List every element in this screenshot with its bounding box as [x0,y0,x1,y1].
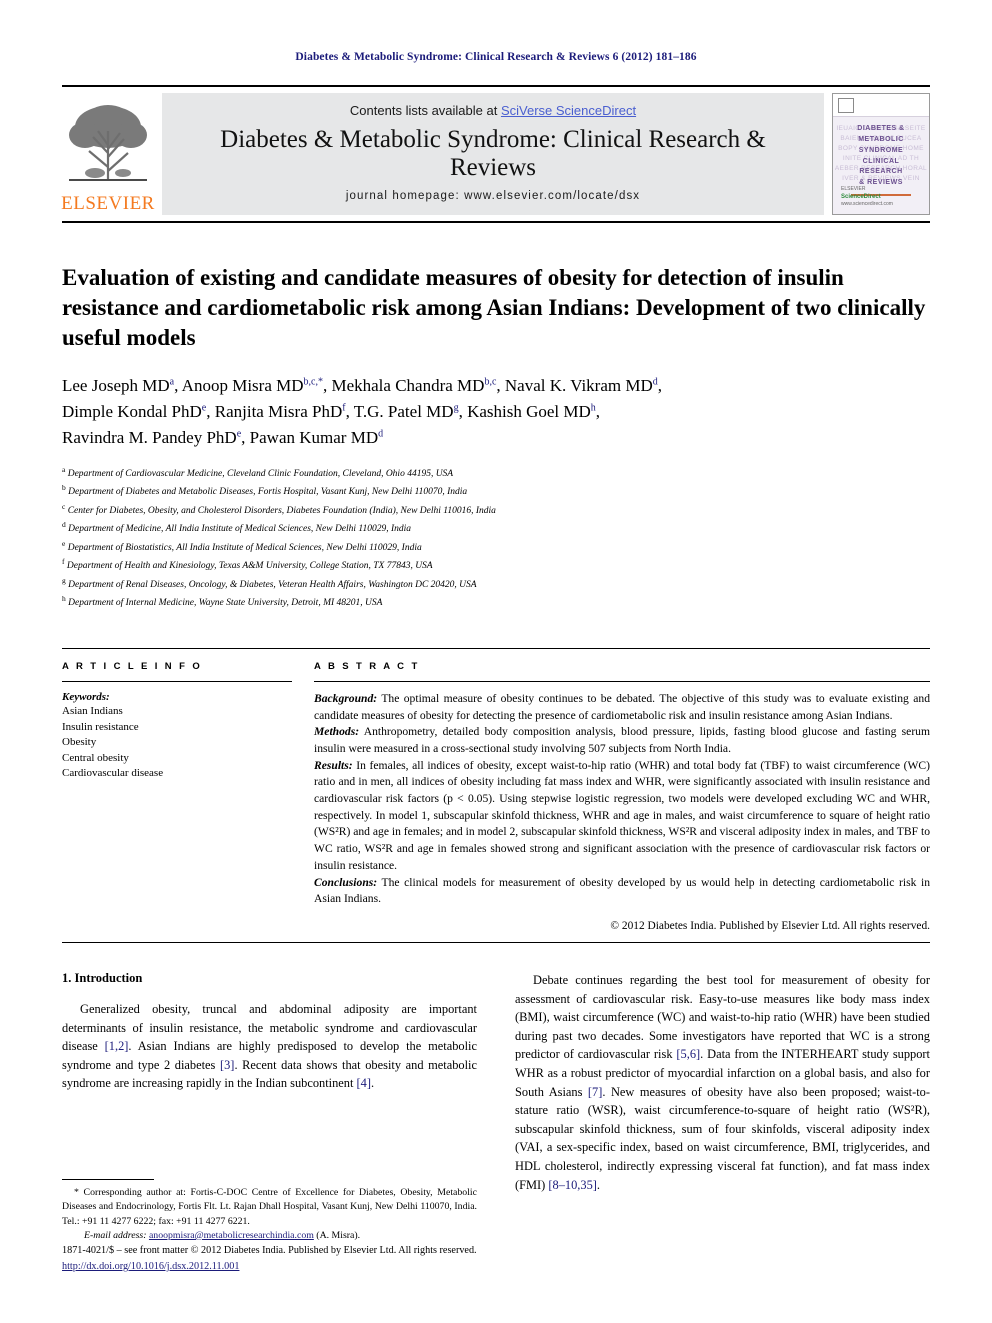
info-abstract-block: A R T I C L E I N F O Keywords: Asian In… [62,647,930,932]
author-line: Ravindra M. Pandey PhDe, Pawan Kumar MDd [62,428,384,448]
author-name: Naval K. Vikram MD [504,375,653,395]
abstract-section: Conclusions: The clinical models for mea… [314,875,930,908]
affiliation-item: c Center for Diabetes, Obesity, and Chol… [62,501,496,516]
abstract-section-label: Conclusions: [314,875,378,889]
masthead-center: Contents lists available at SciVerse Sci… [162,93,824,215]
cover-topbar [833,94,929,117]
author-line: Lee Joseph MDa, Anoop Misra MDb,c,*, Mek… [62,375,663,395]
abstract-section: Results: In females, all indices of obes… [314,758,930,875]
author-name: Kashish Goel MD [467,402,591,422]
keyword-item: Cardiovascular disease [62,767,164,780]
page-title: Evaluation of existing and candidate mea… [62,265,926,350]
affiliation-item: h Department of Internal Medicine, Wayne… [62,594,383,609]
abstract-column: A B S T R A C T Background: The optimal … [310,661,930,932]
abstract-section-label: Methods: [314,725,360,739]
affiliation-item: a Department of Cardiovascular Medicine,… [62,464,454,479]
abstract-section-text: The optimal measure of obesity continues… [314,691,930,722]
issn-line: 1871-4021/$ – see front matter © 2012 Di… [62,1245,477,1257]
keyword-item: Insulin resistance [62,720,139,733]
cover-title-text: DIABETES & METABOLIC SYNDROME CLINICAL R… [857,125,905,187]
affiliation-item: e Department of Biostatistics, All India… [62,538,422,553]
article-info-column: A R T I C L E I N F O Keywords: Asian In… [62,661,310,932]
sciencedirect-link[interactable]: SciVerse ScienceDirect [501,103,636,118]
abstract-section-text: The clinical models for measurement of o… [314,875,930,906]
affiliation-list: a Department of Cardiovascular Medicine,… [62,464,930,612]
keyword-item: Obesity [62,736,97,749]
footnote-rule [62,1178,154,1180]
abstract-copyright: © 2012 Diabetes India. Published by Else… [610,919,930,932]
abstract-rule [314,680,930,682]
keywords-label: Keywords: [62,690,110,703]
author-affil-mark: d [378,428,384,440]
journal-cover-thumbnail: IEUAIC DIABETES& SEITE BAIENE ABOLIC DUC… [832,93,930,215]
author-affil-mark: b,c,* [303,376,323,388]
author-name: Anoop Misra MD [181,375,304,395]
abstract-body: Background: The optimal measure of obesi… [314,691,930,908]
journal-title: Diabetes & Metabolic Syndrome: Clinical … [220,125,766,181]
running-head: Diabetes & Metabolic Syndrome: Clinical … [295,51,697,63]
email-link[interactable]: anoopmisra@metabolicresearchindia.com [149,1230,314,1241]
author-line: Dimple Kondal PhDe, Ranjita Misra PhDf, … [62,402,601,422]
cover-mini-logo-icon [838,97,854,113]
author-name: Ranjita Misra PhD [214,402,343,422]
abstract-section-label: Results: [314,758,353,772]
author-affil-mark: b,c [484,376,497,388]
author-name: Mekhala Chandra MD [331,375,485,395]
introduction-paragraph-left: Generalized obesity, truncal and abdomin… [62,1001,478,1091]
corresponding-author-footnote: * Corresponding author at: Fortis-C-DOC … [62,1178,477,1243]
article-page: Diabetes & Metabolic Syndrome: Clinical … [0,0,992,1323]
abstract-bottom-rule [62,941,930,943]
body-column-right: Debate continues regarding the best tool… [515,971,930,1243]
abstract-heading: A B S T R A C T [314,660,420,672]
introduction-heading: 1. Introduction [62,970,143,985]
author-name: Pawan Kumar MD [249,428,379,448]
email-suffix: (A. Misra). [313,1229,361,1241]
abstract-section-text: In females, all indices of obesity, exce… [314,758,930,872]
email-line: E-mail address: anoopmisra@metabolicrese… [62,1229,477,1243]
abstract-section: Methods: Anthropometry, detailed body co… [314,724,930,757]
article-info-heading: A R T I C L E I N F O [62,660,203,672]
email-label: E-mail address: [84,1229,147,1241]
affiliation-item: b Department of Diabetes and Metabolic D… [62,483,468,498]
introduction-paragraph-right: Debate continues regarding the best tool… [515,972,930,1192]
elsevier-logo: ELSEVIER [61,93,155,215]
author-name: Lee Joseph MD [62,375,170,395]
journal-masthead: ELSEVIER Contents lists available at Sci… [61,85,930,215]
contents-prefix: Contents lists available at [349,102,501,118]
author-name: Ravindra M. Pandey PhD [62,428,237,448]
elsevier-wordmark: ELSEVIER [61,193,155,214]
body-columns: 1. Introduction Generalized obesity, tru… [62,971,930,1243]
author-name: Dimple Kondal PhD [62,402,202,422]
page-footer: 1871-4021/$ – see front matter © 2012 Di… [62,1243,930,1275]
abstract-section: Background: The optimal measure of obesi… [314,691,930,724]
keyword-item: Asian Indians [62,704,123,717]
journal-homepage[interactable]: journal homepage: www.elsevier.com/locat… [346,190,640,202]
affiliation-item: g Department of Renal Diseases, Oncology… [62,575,477,591]
abstract-section-text: Anthropometry, detailed body composition… [314,725,930,756]
abstract-section-label: Background: [314,691,378,705]
doi-link[interactable]: http://dx.doi.org/10.1016/j.dsx.2012.11.… [62,1261,239,1272]
body-column-left: 1. Introduction Generalized obesity, tru… [62,971,477,1243]
author-list: Lee Joseph MDa, Anoop Misra MDb,c,*, Mek… [62,373,930,452]
masthead-bottom-rule [62,221,930,223]
keyword-item: Central obesity [62,751,129,764]
affiliation-item: d Department of Medicine, All India Inst… [62,520,412,535]
cover-footer: ELSEVIER ScienceDirect www.sciencedirect… [841,185,893,207]
elsevier-tree-icon [69,105,147,181]
author-name: T.G. Patel MD [353,402,454,422]
contents-available-line: Contents lists available at SciVerse Sci… [350,103,636,118]
article-info-rule [62,680,292,682]
affiliation-item: f Department of Health and Kinesiology, … [62,557,433,572]
corresponding-author-text: * Corresponding author at: Fortis-C-DOC … [62,1186,477,1227]
